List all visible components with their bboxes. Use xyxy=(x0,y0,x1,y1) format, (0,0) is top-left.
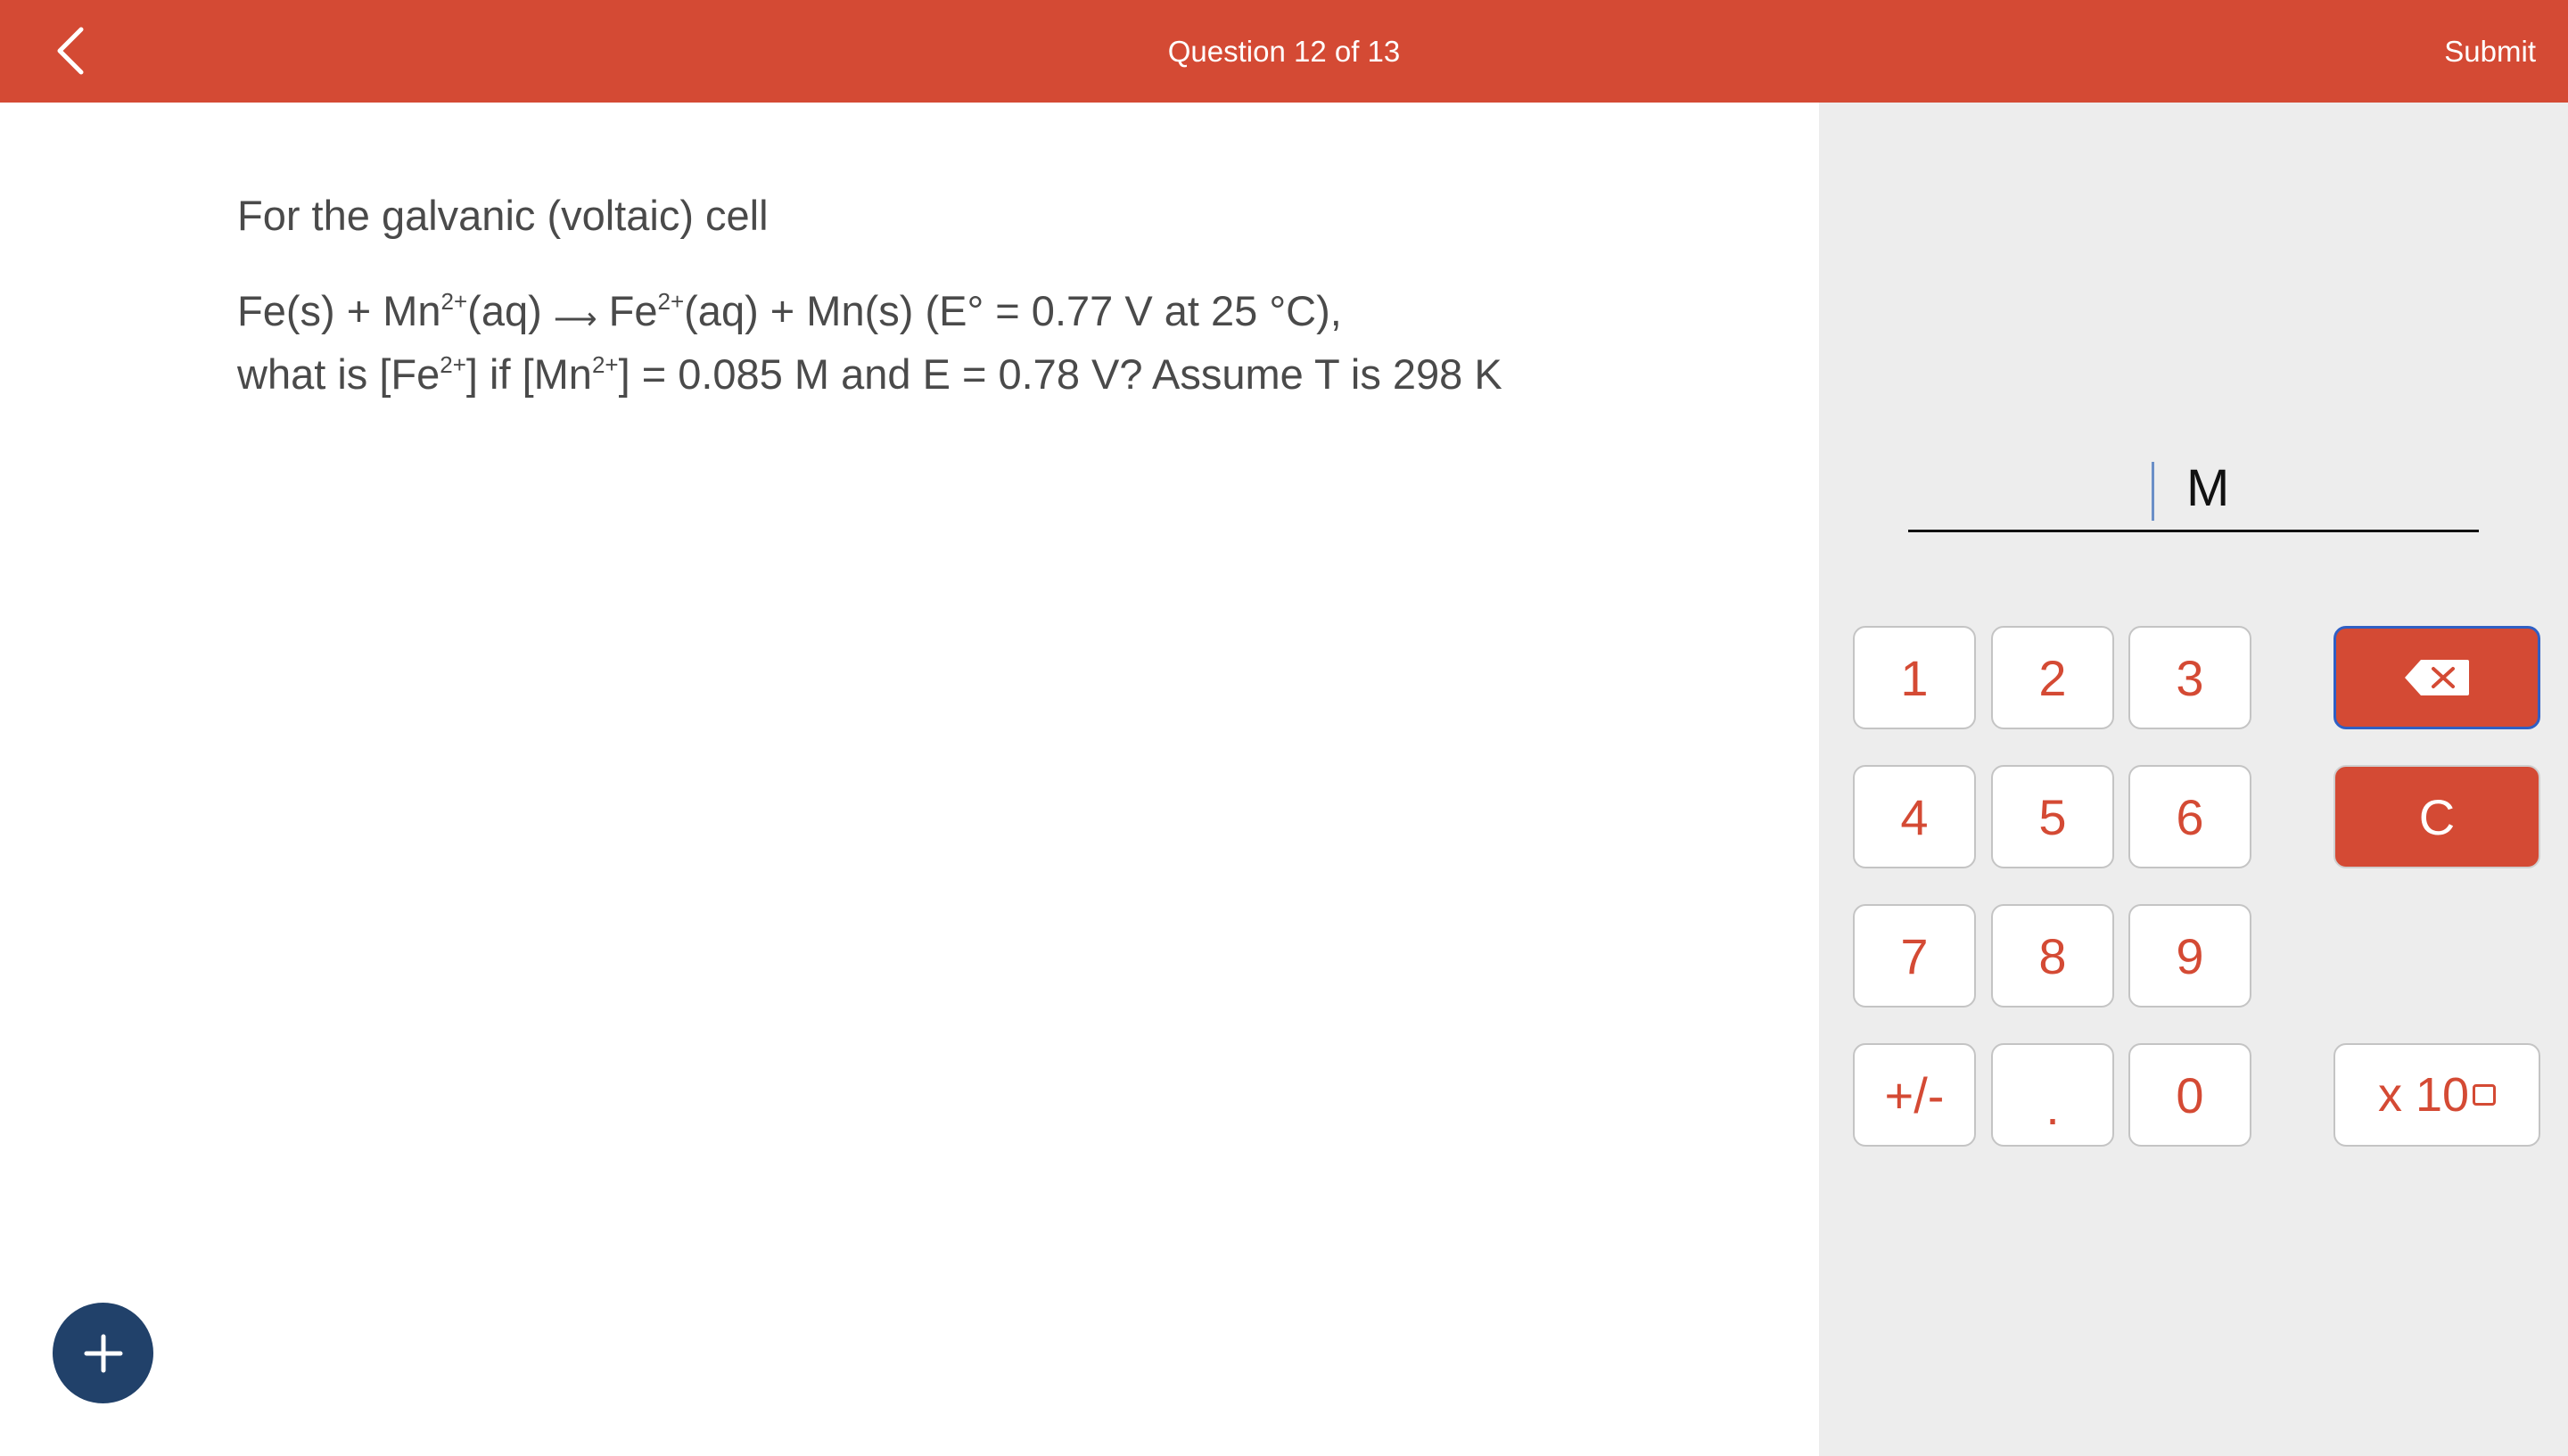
question-intro: For the galvanic (voltaic) cell xyxy=(237,192,769,239)
reaction-part: (aq) xyxy=(467,287,542,334)
key-9[interactable]: 9 xyxy=(2128,904,2251,1008)
question-part: what is [Fe xyxy=(237,350,440,398)
back-button[interactable] xyxy=(41,21,100,80)
question-text: For the galvanic (voltaic) cell Fe(s) + … xyxy=(237,189,1798,402)
key-5[interactable]: 5 xyxy=(1991,765,2114,868)
question-counter: Question 12 of 13 xyxy=(1167,35,1401,68)
charge-superscript: 2+ xyxy=(657,288,685,315)
question-part: ] = 0.085 M and E = 0.78 V? Assume T is … xyxy=(618,350,1502,398)
reaction-part: (aq) + Mn(s) (E° = 0.77 V at 25 °C), xyxy=(684,287,1342,334)
charge-superscript: 2+ xyxy=(591,351,619,378)
exponent-label: x 10 xyxy=(2377,1068,2470,1122)
question-equation: Fe(s) + Mn2+(aq) ⟶ Fe2+(aq) + Mn(s) (E° … xyxy=(237,284,1798,402)
key-6[interactable]: 6 xyxy=(2128,765,2251,868)
key-plus-minus[interactable]: +/- xyxy=(1853,1043,1976,1147)
reaction-line: Fe(s) + Mn2+(aq) ⟶ Fe2+(aq) + Mn(s) (E° … xyxy=(237,284,1798,347)
key-3[interactable]: 3 xyxy=(2128,626,2251,729)
charge-superscript: 2+ xyxy=(440,351,466,378)
question-line: what is [Fe2+] if [Mn2+] = 0.085 M and E… xyxy=(237,347,1798,402)
charge-superscript: 2+ xyxy=(440,288,468,315)
top-bar: Question 12 of 13 Submit xyxy=(0,0,2568,103)
key-4[interactable]: 4 xyxy=(1853,765,1976,868)
key-8[interactable]: 8 xyxy=(1991,904,2114,1008)
answer-unit: M xyxy=(2186,459,2230,517)
reaction-arrow: ⟶ xyxy=(553,302,597,336)
answer-input[interactable] xyxy=(1908,530,2479,532)
plus-icon xyxy=(84,1334,122,1372)
answer-input-caret xyxy=(2152,462,2154,521)
add-button[interactable] xyxy=(53,1303,153,1403)
question-part: ] if [Mn xyxy=(465,350,592,398)
backspace-button[interactable] xyxy=(2333,626,2540,729)
reaction-part: Fe xyxy=(608,287,658,334)
key-2[interactable]: 2 xyxy=(1991,626,2114,729)
exponent-button[interactable]: x 10 xyxy=(2333,1043,2540,1147)
key-1[interactable]: 1 xyxy=(1853,626,1976,729)
key-decimal[interactable]: . xyxy=(1991,1043,2114,1147)
backspace-icon xyxy=(2405,660,2469,695)
clear-button[interactable]: C xyxy=(2333,765,2540,868)
reaction-part: Fe(s) + Mn xyxy=(237,287,441,334)
key-7[interactable]: 7 xyxy=(1853,904,1976,1008)
submit-button[interactable]: Submit xyxy=(2444,0,2536,103)
exponent-box-icon xyxy=(2473,1084,2497,1106)
chevron-left-icon xyxy=(57,27,84,75)
key-0[interactable]: 0 xyxy=(2128,1043,2251,1147)
